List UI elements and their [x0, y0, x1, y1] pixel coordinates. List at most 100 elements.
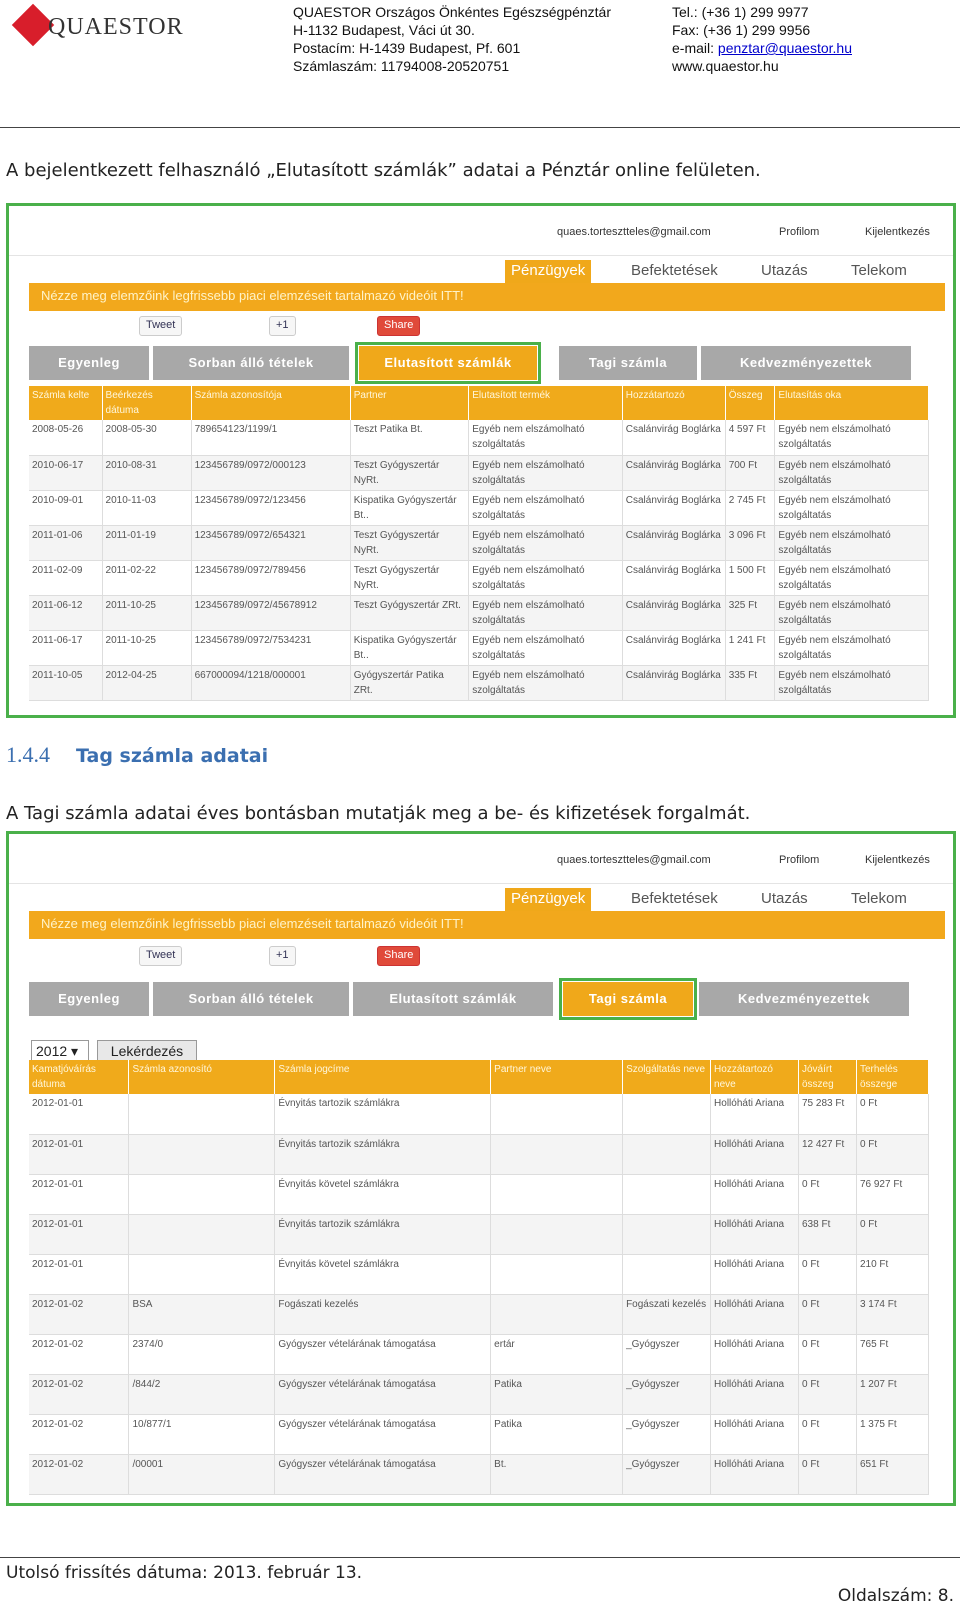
gplus-button[interactable]: +1	[269, 946, 296, 966]
gplus-button[interactable]: +1	[269, 316, 296, 336]
table-cell: 2011-02-09	[29, 560, 103, 596]
column-header: Kamatjóváírás dátuma	[29, 1060, 130, 1094]
table-cell: Gyógyszer vételárának támogatása	[274, 1334, 492, 1375]
table-cell: 2008-05-26	[29, 420, 103, 456]
table-cell: 123456789/0972/123456	[191, 490, 351, 526]
table-cell: _Gyógyszer	[622, 1454, 712, 1495]
user-email[interactable]: quaes.tortesztteles@gmail.com	[557, 854, 711, 866]
table-cell: Kispatika Gyógyszertár Bt..	[350, 630, 470, 666]
profile-link[interactable]: Profilom	[779, 226, 819, 238]
logout-link[interactable]: Kijelentkezés	[865, 226, 930, 238]
nav-penzugyek[interactable]: Pénzügyek	[505, 888, 592, 912]
tab-egyenleg[interactable]: Egyenleg	[29, 982, 149, 1016]
table-cell: Csalánvirág Boglárka	[622, 525, 726, 561]
tweet-button[interactable]: Tweet	[139, 316, 183, 336]
table-cell	[490, 1254, 624, 1295]
table-cell	[128, 1134, 276, 1175]
table-cell: 2012-01-02	[29, 1374, 130, 1415]
nav-telekom[interactable]: Telekom	[845, 260, 913, 284]
nav-telekom[interactable]: Telekom	[845, 888, 913, 912]
share-bar: Tweet +1 Share	[29, 312, 489, 340]
user-email[interactable]: quaes.tortesztteles@gmail.com	[557, 226, 711, 238]
table-cell: 2010-06-17	[29, 455, 103, 491]
tab-sorban-allo[interactable]: Sorban álló tételek	[153, 982, 349, 1016]
member-account-screenshot: quaes.tortesztteles@gmail.com Profilom K…	[6, 831, 956, 1506]
table-cell: Teszt Gyógyszertár NyRt.	[350, 525, 470, 561]
table-cell: 3 096 Ft	[725, 525, 776, 561]
table-cell: 123456789/0972/7534231	[191, 630, 351, 666]
table-cell: Egyéb nem elszámolható szolgáltatás	[774, 525, 929, 561]
column-header: Hozzátartozó	[622, 386, 726, 420]
table-row: 2008-05-26 2008-05-30 789654123/1199/1 Tesz…	[29, 420, 929, 456]
table-cell: Gyógyszer vételárának támogatása	[274, 1414, 492, 1455]
tab-sorban-allo[interactable]: Sorban álló tételek	[153, 346, 349, 380]
nav-utazas[interactable]: Utazás	[755, 260, 814, 284]
query-button[interactable]: Lekérdezés	[97, 1040, 197, 1062]
table-cell	[128, 1094, 276, 1135]
table-cell: _Gyógyszer	[622, 1334, 712, 1375]
table-cell: 0 Ft	[798, 1454, 857, 1495]
table-cell: 0 Ft	[856, 1214, 930, 1255]
table-cell: 2011-10-05	[29, 665, 103, 701]
tab-tagi-szamla[interactable]: Tagi számla	[559, 346, 697, 380]
tweet-button[interactable]: Tweet	[139, 946, 183, 966]
table-cell: 2012-01-01	[29, 1214, 130, 1255]
promo-banner[interactable]: Nézze meg elemzőink legfrissebb piaci el…	[29, 283, 945, 311]
table-cell: Hollóháti Ariana	[710, 1134, 799, 1175]
share-button[interactable]: Share	[377, 946, 421, 966]
year-select[interactable]: 2012 ▾	[31, 1040, 89, 1062]
table-cell: Egyéb nem elszámolható szolgáltatás	[774, 560, 929, 596]
table-row: 2012-01-01 Évnyitás tartozik számlákra Hol…	[29, 1094, 930, 1135]
tab-elutasitott[interactable]: Elutasított számlák	[353, 982, 553, 1016]
table-cell: 765 Ft	[856, 1334, 930, 1375]
table-cell: _Gyógyszer	[622, 1414, 712, 1455]
promo-banner[interactable]: Nézze meg elemzőink legfrissebb piaci el…	[29, 911, 945, 939]
tab-tagi-szamla[interactable]: Tagi számla	[559, 978, 697, 1020]
tab-kedvezmenyezettek[interactable]: Kedvezményezettek	[699, 982, 909, 1016]
table-cell: Egyéb nem elszámolható szolgáltatás	[468, 420, 623, 456]
share-button[interactable]: Share	[377, 316, 421, 336]
table-cell: Patika	[490, 1414, 624, 1455]
logout-link[interactable]: Kijelentkezés	[865, 854, 930, 866]
account-tabs: Egyenleg Sorban álló tételek Elutasított…	[29, 342, 929, 384]
table-header-row: Számla kelte Beérkezés dátuma Számla azono…	[29, 386, 929, 420]
table-cell: 2011-02-22	[102, 560, 192, 596]
nav-befektetesek[interactable]: Befektetések	[625, 260, 724, 284]
table-cell: 1 500 Ft	[725, 560, 776, 596]
table-cell: 2010-11-03	[102, 490, 192, 526]
column-header: Partner	[350, 386, 470, 420]
tab-egyenleg[interactable]: Egyenleg	[29, 346, 149, 380]
table-cell: ertár	[490, 1334, 624, 1375]
table-cell: Egyéb nem elszámolható szolgáltatás	[774, 455, 929, 491]
table-cell: 638 Ft	[798, 1214, 857, 1255]
portal-topbar: quaes.tortesztteles@gmail.com Profilom K…	[9, 206, 953, 256]
main-nav: Pénzügyek Befektetések Utazás Telekom	[505, 260, 945, 284]
column-header: Számla azonosító	[128, 1060, 276, 1094]
column-header: Összeg	[725, 386, 776, 420]
tab-elutasitott[interactable]: Elutasított számlák	[355, 342, 541, 384]
table-cell: Csalánvirág Boglárka	[622, 420, 726, 456]
table-row: 2012-01-02 2374/0 Gyógyszer vételárának tá…	[29, 1334, 930, 1375]
table-cell	[490, 1094, 624, 1135]
table-cell: Csalánvirág Boglárka	[622, 455, 726, 491]
nav-utazas[interactable]: Utazás	[755, 888, 814, 912]
nav-penzugyek[interactable]: Pénzügyek	[505, 260, 592, 284]
table-row: 2012-01-01 Évnyitás követel számlákra Holl…	[29, 1254, 930, 1295]
tab-kedvezmenyezettek[interactable]: Kedvezményezettek	[701, 346, 911, 380]
table-cell: 700 Ft	[725, 455, 776, 491]
column-header: Terhelés összege	[856, 1060, 930, 1094]
portal-topbar: quaes.tortesztteles@gmail.com Profilom K…	[9, 834, 953, 884]
table-cell: Egyéb nem elszámolható szolgáltatás	[468, 455, 623, 491]
table-row: 2011-06-17 2011-10-25 123456789/0972/75342…	[29, 630, 929, 666]
table-row: 2012-01-01 Évnyitás tartozik számlákra Hol…	[29, 1214, 930, 1255]
column-header: Jóváírt összeg	[798, 1060, 857, 1094]
table-cell: Bt.	[490, 1454, 624, 1495]
email-link[interactable]: penztar@quaestor.hu	[718, 40, 852, 56]
column-header: Szolgáltatás neve	[622, 1060, 712, 1094]
website-link[interactable]: www.quaestor.hu	[672, 57, 852, 75]
table-cell: Egyéb nem elszámolható szolgáltatás	[774, 420, 929, 456]
nav-befektetesek[interactable]: Befektetések	[625, 888, 724, 912]
profile-link[interactable]: Profilom	[779, 854, 819, 866]
table-row: 2012-01-02/00001 Gyógyszer vételárának tá…	[29, 1454, 930, 1495]
intro-text: A bejelentkezett felhasználó „Elutasítot…	[6, 160, 761, 181]
